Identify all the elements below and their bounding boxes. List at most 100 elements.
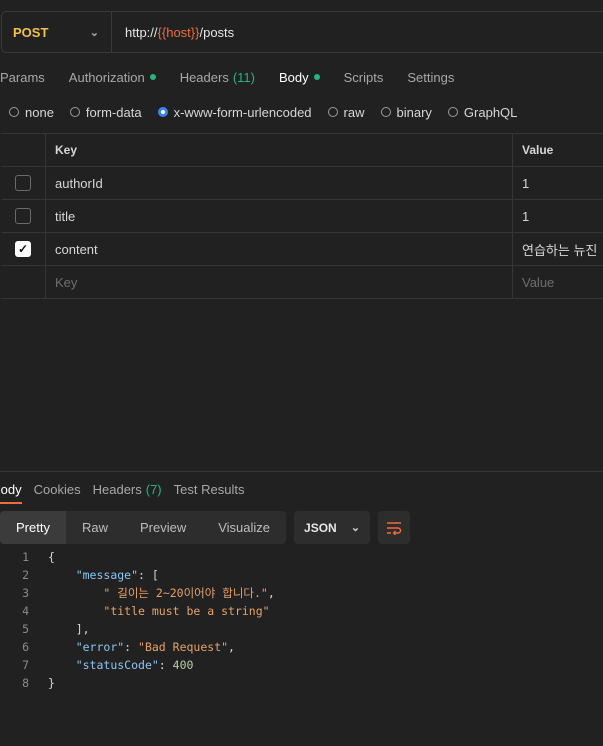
radio-selected-icon	[157, 107, 168, 117]
tab-label: Settings	[407, 69, 455, 85]
row-checkbox[interactable]	[15, 208, 31, 224]
request-tabs: Params Authorization Headers (11) Body Sc…	[0, 66, 478, 88]
radio-label: form-data	[85, 104, 142, 120]
json-number: 400	[172, 658, 194, 672]
status-dot-icon	[149, 74, 156, 80]
line-number: 4	[22, 604, 29, 618]
key-input[interactable]: Key	[46, 266, 513, 298]
row-check-cell	[1, 200, 46, 232]
radio-binary[interactable]: binary	[380, 104, 432, 120]
code-line: 3 " 길이는 2~20이어야 합니다.",	[0, 584, 603, 602]
radio-none[interactable]: none	[9, 105, 54, 120]
tab-label: Body	[278, 69, 309, 85]
radio-label: binary	[396, 104, 432, 120]
code-text: "message": [	[75, 568, 159, 582]
radio-label: GraphQL	[463, 104, 518, 120]
tab-body[interactable]: Body	[279, 70, 320, 85]
line-number: 6	[22, 640, 29, 654]
radio-circle-icon	[447, 107, 458, 117]
method-select[interactable]: POST ⌄	[2, 12, 112, 52]
radio-circle-icon	[380, 107, 391, 117]
row-check-cell: ✓	[1, 233, 46, 265]
table-row: authorId 1	[1, 167, 603, 200]
line-number: 8	[22, 676, 29, 690]
wrap-icon	[387, 521, 402, 535]
tab-response-headers[interactable]: Headers (7)	[93, 482, 162, 497]
code-line: 7 "statusCode": 400	[0, 656, 603, 674]
key-cell[interactable]: title	[46, 200, 513, 232]
tab-label: Headers	[92, 481, 142, 497]
tab-label: Authorization	[68, 69, 145, 85]
code-text: }	[48, 676, 55, 690]
response-code-view: 1{ 2 "message": [ 3 " 길이는 2~20이어야 합니다.",…	[0, 548, 603, 692]
code-line: 8}	[0, 674, 603, 692]
radio-label: raw	[343, 104, 365, 120]
format-select[interactable]: JSON ⌄	[294, 511, 371, 544]
radio-raw[interactable]: raw	[327, 104, 365, 120]
url-input[interactable]: http://{{host}}/posts	[112, 25, 234, 40]
key-cell[interactable]: authorId	[46, 167, 513, 199]
tab-cookies[interactable]: Cookies	[34, 482, 81, 497]
key-cell[interactable]: content	[46, 233, 513, 265]
line-number: 2	[22, 568, 29, 582]
line-number: 5	[22, 622, 29, 636]
code-text: "statusCode": 400	[75, 658, 194, 672]
code-text: "title must be a string"	[48, 604, 270, 618]
method-label: POST	[13, 24, 49, 40]
view-raw[interactable]: Raw	[66, 511, 124, 544]
row-checkbox[interactable]	[15, 175, 31, 191]
column-header-key: Key	[46, 134, 513, 166]
view-pretty[interactable]: Pretty	[0, 511, 66, 544]
value-cell[interactable]: 1	[513, 167, 603, 199]
header-check-cell	[1, 134, 46, 166]
tab-authorization[interactable]: Authorization	[69, 70, 156, 85]
response-toolbar: Pretty Raw Preview Visualize JSON ⌄	[0, 511, 411, 544]
code-line: 1{	[0, 548, 603, 566]
code-line: 5 ],	[0, 620, 603, 638]
radio-circle-icon	[327, 107, 338, 117]
table-row: title 1	[1, 200, 603, 233]
view-preview[interactable]: Preview	[124, 511, 202, 544]
radio-label: none	[25, 104, 54, 120]
tab-count: (7)	[145, 481, 162, 497]
body-type-options: none form-data x-www-form-urlencoded raw…	[9, 103, 533, 121]
code-line: 4 "title must be a string"	[0, 602, 603, 620]
wrap-lines-button[interactable]	[378, 511, 411, 544]
value-cell[interactable]: 1	[513, 200, 603, 232]
url-variable: {{host}}	[157, 24, 200, 40]
json-string: " 길이는 2~20이어야 합니다."	[103, 586, 268, 600]
view-visualize[interactable]: Visualize	[202, 511, 286, 544]
status-dot-icon	[313, 74, 320, 80]
line-number: 1	[22, 550, 29, 564]
value-input[interactable]: Value	[513, 266, 603, 298]
chevron-down-icon: ⌄	[89, 26, 99, 39]
table-header: Key Value	[1, 134, 603, 167]
active-tab-underline	[0, 502, 22, 504]
table-row-empty: Key Value	[1, 266, 603, 299]
row-check-cell	[1, 167, 46, 199]
tab-params[interactable]: Params	[0, 70, 45, 85]
view-mode-group: Pretty Raw Preview Visualize	[0, 511, 287, 544]
radio-circle-icon	[9, 107, 19, 117]
tab-test-results[interactable]: Test Results	[174, 482, 245, 497]
json-string: "title must be a string"	[103, 604, 270, 618]
radio-urlencoded[interactable]: x-www-form-urlencoded	[157, 104, 312, 120]
radio-form-data[interactable]: form-data	[69, 104, 142, 120]
tab-response-body[interactable]: Body	[0, 482, 22, 497]
row-check-cell	[1, 266, 46, 298]
tab-headers[interactable]: Headers (11)	[180, 70, 255, 85]
tab-settings[interactable]: Settings	[407, 70, 454, 85]
pane-divider[interactable]	[0, 471, 603, 472]
tab-scripts[interactable]: Scripts	[344, 70, 384, 85]
code-line: 6 "error": "Bad Request",	[0, 638, 603, 656]
line-number: 3	[22, 586, 29, 600]
radio-graphql[interactable]: GraphQL	[447, 104, 518, 120]
tab-label: Params	[0, 69, 45, 85]
line-number: 7	[22, 658, 29, 672]
value-cell[interactable]: 연습하는 뉴진	[513, 233, 603, 265]
row-checkbox-checked[interactable]: ✓	[15, 241, 31, 257]
radio-label: x-www-form-urlencoded	[173, 104, 312, 120]
code-line: 2 "message": [	[0, 566, 603, 584]
json-key: "error"	[75, 640, 125, 654]
tab-label: Body	[0, 481, 22, 497]
